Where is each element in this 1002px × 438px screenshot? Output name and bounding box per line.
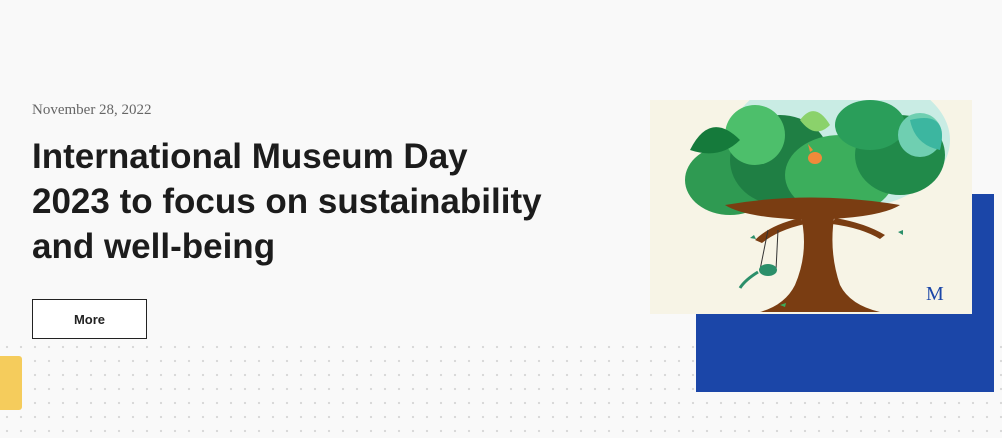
article-date: November 28, 2022 <box>32 102 152 118</box>
article-title[interactable]: International Museum Day 2023 to focus o… <box>32 134 592 269</box>
tree-illustration-icon: M <box>685 100 950 312</box>
yellow-side-tab <box>0 356 22 410</box>
more-button[interactable]: More <box>32 299 147 339</box>
museum-logo-icon: M <box>926 283 944 305</box>
title-line-2[interactable]: 2023 to focus on sustainability <box>32 179 592 224</box>
title-line-3[interactable]: and well-being <box>32 224 592 269</box>
title-line-1[interactable]: International Museum Day <box>32 134 592 179</box>
article-image[interactable]: M <box>650 100 972 314</box>
